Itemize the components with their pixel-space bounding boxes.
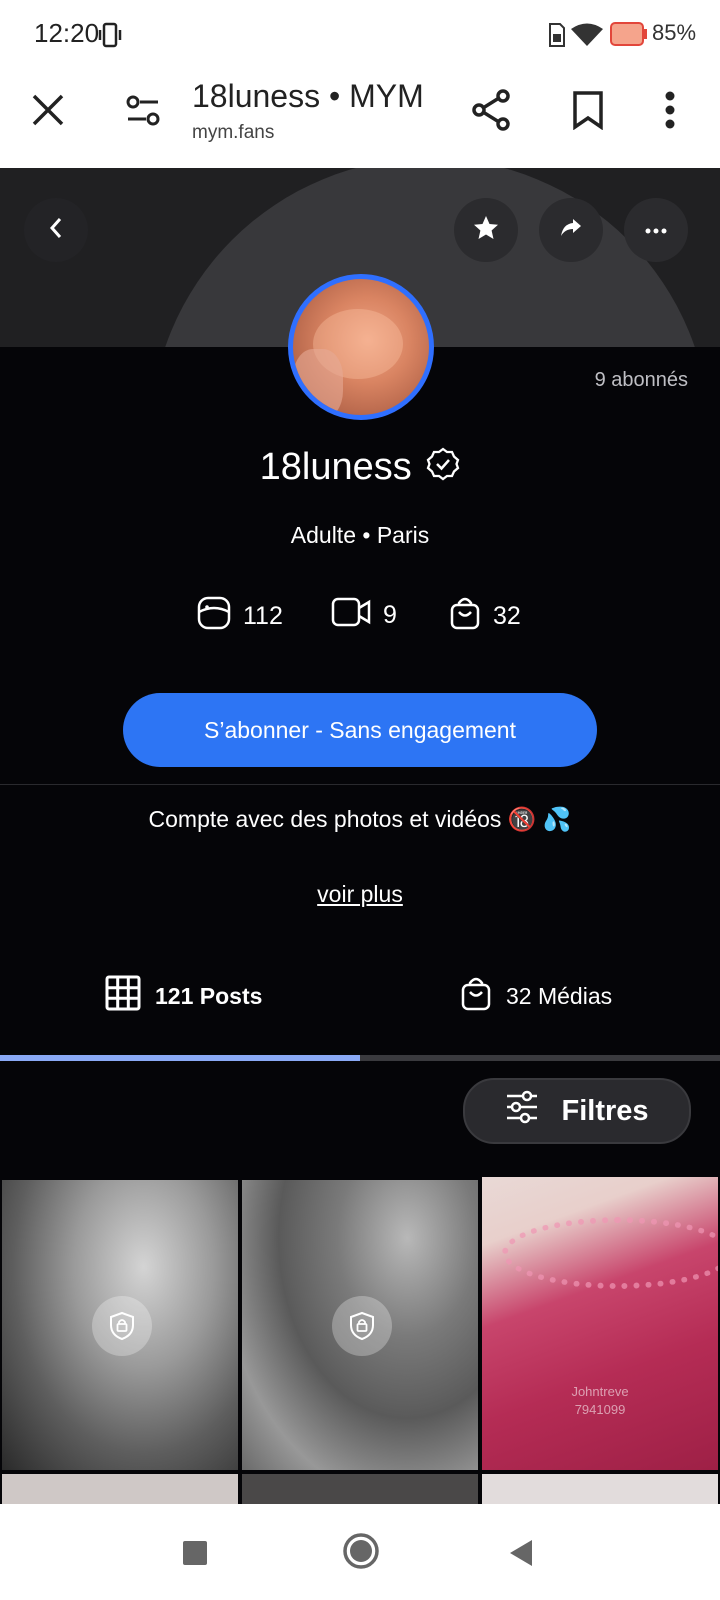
locked-post-thumbnail[interactable] [2, 1180, 238, 1470]
filters-button[interactable]: Filtres [463, 1078, 691, 1144]
tab-posts[interactable]: 121 Posts [105, 975, 262, 1017]
post-thumbnail-partial[interactable] [242, 1474, 478, 1504]
see-more-link[interactable]: voir plus [0, 881, 720, 908]
stat-media-count: 32 [493, 602, 521, 630]
shopping-bag-icon [449, 596, 481, 637]
cover-arc [150, 168, 710, 347]
star-icon [472, 214, 500, 247]
close-icon[interactable] [30, 92, 66, 133]
subscriber-count: 9 abonnés [594, 369, 688, 391]
chevron-left-icon [48, 216, 64, 245]
page-title: 18luness • MYM [192, 78, 424, 114]
lock-shield-icon [92, 1296, 152, 1356]
profile-meta: Adulte • Paris [290, 522, 430, 548]
stat-posts-count: 112 [243, 602, 283, 630]
recents-square-icon[interactable] [182, 1540, 208, 1571]
tab-media[interactable]: 32 Médias [460, 975, 612, 1017]
stat-posts: 112 [197, 596, 283, 637]
favorite-button[interactable] [454, 198, 518, 262]
lock-shield-icon [332, 1296, 392, 1356]
verified-badge-icon [426, 447, 460, 491]
subscribe-button[interactable]: S’abonner - Sans engagement [123, 693, 597, 767]
sim-icon [548, 22, 566, 53]
tab-posts-label: 121 Posts [155, 982, 263, 1009]
system-navigation-bar [0, 1504, 720, 1600]
post-thumbnail-partial[interactable] [2, 1474, 238, 1504]
tab-media-label: 32 Médias [506, 982, 613, 1009]
page-url[interactable]: mym.fans [192, 122, 274, 144]
site-settings-icon[interactable] [124, 94, 162, 133]
ellipsis-icon [645, 221, 667, 239]
stat-videos-count: 9 [383, 601, 397, 629]
post-thumbnail[interactable]: Johntreve 7941099 [482, 1177, 718, 1470]
watermark: Johntreve 7941099 [482, 1383, 718, 1419]
shopping-bag-icon [460, 975, 492, 1017]
filters-label: Filtres [561, 1094, 649, 1127]
post-thumbnail-partial[interactable] [482, 1474, 718, 1504]
wifi-icon [570, 22, 604, 53]
status-time: 12:20 [34, 18, 100, 48]
more-vertical-icon[interactable] [664, 90, 676, 135]
stat-media: 32 [449, 596, 521, 637]
sliders-icon [505, 1090, 539, 1132]
more-options-button[interactable] [624, 198, 688, 262]
stat-videos: 9 [331, 596, 397, 635]
image-frame-icon [197, 596, 231, 637]
profile-name: 18luness [0, 446, 720, 491]
watermark-line-2: 7941099 [574, 1402, 626, 1417]
share-icon[interactable] [470, 88, 514, 137]
battery-percent: 85% [652, 20, 697, 45]
profile-name-text: 18luness [259, 446, 412, 488]
share-arrow-icon [559, 217, 583, 244]
browser-toolbar: 18luness • MYM mym.fans [0, 70, 720, 169]
watermark-line-1: Johntreve [571, 1384, 629, 1399]
divider [0, 784, 720, 785]
share-profile-button[interactable] [539, 198, 603, 262]
back-button[interactable] [24, 198, 88, 262]
home-circle-icon[interactable] [342, 1532, 380, 1575]
battery-icon [610, 22, 648, 51]
grid-icon [105, 975, 141, 1017]
vibrate-icon [98, 22, 122, 53]
status-bar: 12:20 85% [0, 0, 720, 70]
video-camera-icon [331, 596, 371, 635]
profile-description: Compte avec des photos et vidéos 🔞 💦 [148, 806, 572, 832]
back-triangle-icon[interactable] [508, 1538, 534, 1573]
locked-post-thumbnail[interactable] [242, 1180, 478, 1470]
avatar[interactable] [288, 274, 434, 420]
tab-indicator [0, 1055, 360, 1061]
bookmark-icon[interactable] [572, 90, 604, 135]
